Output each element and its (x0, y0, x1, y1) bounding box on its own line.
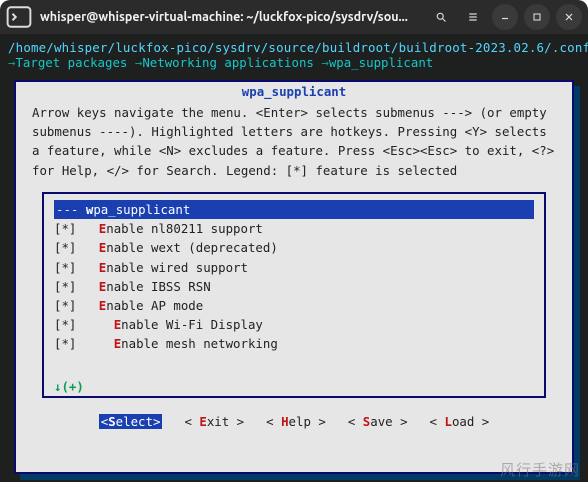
dialog-button-load[interactable]: < Load > (430, 414, 490, 429)
dialog-title: wpa_supplicant (16, 82, 572, 101)
menu-item-1[interactable]: [*] Enable nl80211 support (54, 219, 534, 238)
menu-list[interactable]: --- wpa_supplicant[*] Enable nl80211 sup… (42, 192, 546, 398)
close-button[interactable] (556, 4, 582, 30)
menu-item-label: nable nl80211 support (106, 219, 263, 238)
menu-item-5[interactable]: [*] Enable AP mode (54, 296, 534, 315)
dialog-button-row: <Select> < Exit > < Help > < Save > < Load > (16, 404, 572, 433)
titlebar-right (428, 4, 582, 30)
minimize-button[interactable] (492, 4, 518, 30)
titlebar-left: whisper@whisper-virtual-machine: ~/luckf… (6, 4, 428, 30)
dialog-button-exit[interactable]: < Exit > (184, 414, 244, 429)
menu-item-mark: [*] (54, 238, 99, 257)
menu-button[interactable] (460, 4, 486, 30)
menu-item-2[interactable]: [*] Enable wext (deprecated) (54, 238, 534, 257)
menu-item-mark: [*] (54, 334, 114, 353)
menu-item-3[interactable]: [*] Enable wired support (54, 258, 534, 277)
arrow-icon: → (321, 55, 328, 70)
crumb-0: Target packages (15, 55, 127, 70)
window-title: whisper@whisper-virtual-machine: ~/luckf… (40, 10, 408, 24)
menu-item-mark: [*] (54, 219, 99, 238)
crumb-1: Networking applications (142, 55, 314, 70)
menu-item-label: nable mesh networking (121, 334, 278, 353)
button-hotkey: L (444, 414, 451, 429)
hamburger-icon (467, 11, 479, 23)
menu-item-label: nable wext (deprecated) (106, 238, 278, 257)
menu-item-hotkey: E (99, 258, 106, 277)
breadcrumb: →Target packages →Networking application… (8, 55, 580, 70)
menu-item-label: pa_supplicant (93, 200, 190, 219)
search-icon (435, 11, 447, 23)
menu-item-hotkey: E (99, 277, 106, 296)
menu-item-mark: [*] (54, 296, 99, 315)
maximize-icon (531, 11, 543, 23)
menu-item-hotkey: w (86, 200, 93, 219)
menu-item-label: nable Wi-Fi Display (121, 315, 263, 334)
new-tab-button[interactable] (6, 4, 32, 30)
menu-item-6[interactable]: [*] Enable Wi-Fi Display (54, 315, 534, 334)
menu-item-4[interactable]: [*] Enable IBSS RSN (54, 277, 534, 296)
dialog-button-save[interactable]: < Save > (348, 414, 408, 429)
minimize-icon (499, 11, 511, 23)
dialog-button-select[interactable]: <Select> (99, 414, 163, 429)
menu-item-mark: [*] (54, 315, 114, 334)
search-button[interactable] (428, 4, 454, 30)
button-hotkey: S (108, 414, 115, 429)
terminal-icon (6, 4, 32, 30)
menu-item-hotkey: E (114, 315, 121, 334)
menu-item-label: nable AP mode (106, 296, 203, 315)
menu-item-hotkey: E (99, 219, 106, 238)
terminal-viewport[interactable]: /home/whisper/luckfox-pico/sysdrv/source… (0, 34, 588, 482)
menu-item-0[interactable]: --- wpa_supplicant (54, 200, 534, 219)
menu-item-label: nable IBSS RSN (106, 277, 210, 296)
menu-item-mark: [*] (54, 277, 99, 296)
maximize-button[interactable] (524, 4, 550, 30)
dialog-help-text: Arrow keys navigate the menu. <Enter> se… (16, 101, 572, 186)
scroll-more-indicator: ↓(+) (54, 379, 84, 394)
button-hotkey: H (281, 414, 288, 429)
menuconfig-dialog: wpa_supplicant Arrow keys navigate the m… (14, 80, 574, 474)
window-titlebar: whisper@whisper-virtual-machine: ~/luckf… (0, 0, 588, 34)
close-icon (563, 11, 575, 23)
menu-item-hotkey: E (99, 238, 106, 257)
menu-item-label: nable wired support (106, 258, 248, 277)
menu-item-hotkey: E (99, 296, 106, 315)
menu-item-7[interactable]: [*] Enable mesh networking (54, 334, 534, 353)
menu-item-hotkey: E (114, 334, 121, 353)
crumb-2: wpa_supplicant (329, 55, 433, 70)
config-path: /home/whisper/luckfox-pico/sysdrv/source… (8, 40, 580, 55)
menu-item-mark: --- (56, 200, 86, 219)
menu-item-mark: [*] (54, 258, 99, 277)
button-hotkey: E (199, 414, 206, 429)
dialog-button-help[interactable]: < Help > (266, 414, 326, 429)
